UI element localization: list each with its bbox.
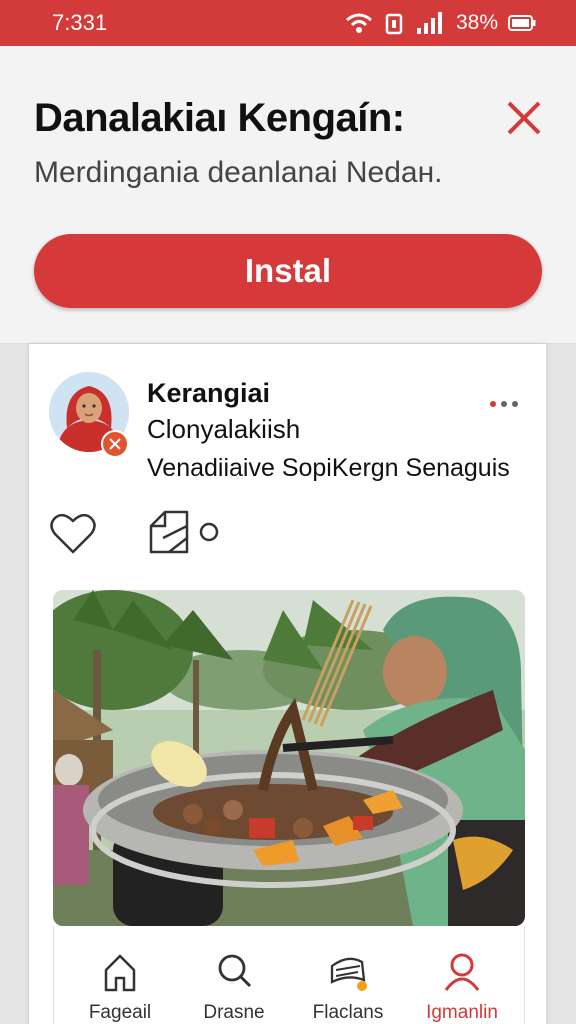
bottom-navigation: Fageail Drasne Flaclans Igmanlin	[53, 926, 525, 1024]
status-bar: 7:331 38%	[0, 0, 576, 46]
post-photo[interactable]	[53, 590, 525, 926]
post-author-name[interactable]: Kerangiai	[147, 378, 270, 409]
nav-item-search[interactable]: Drasne	[184, 950, 284, 1024]
post-caption: Venadiiaive SopiKergn Senaguis	[147, 454, 510, 482]
signal-icon	[416, 11, 446, 35]
more-options-icon[interactable]	[487, 396, 523, 412]
nav-item-home[interactable]: Fageail	[70, 950, 170, 1024]
battery-percent: 38%	[455, 11, 498, 34]
status-time: 7:331	[52, 10, 108, 35]
banner-title: Danalakiaı Kengaín:	[34, 96, 405, 140]
heart-icon[interactable]	[49, 510, 97, 556]
close-icon[interactable]	[504, 98, 544, 138]
install-button[interactable]: Instal	[34, 234, 542, 308]
nav-label-profile: Igmanlin	[426, 1002, 498, 1023]
layers-icon	[330, 957, 367, 991]
nav-item-profile[interactable]: Igmanlin	[412, 950, 512, 1024]
nav-item-layers[interactable]: Flaclans	[298, 950, 398, 1024]
nav-label-layers: Flaclans	[312, 1002, 384, 1023]
status-icons: 38%	[344, 11, 536, 35]
profile-icon	[444, 953, 480, 991]
post-card: Kerangiai Clonyalakiish Venadiiaive Sopi…	[29, 344, 546, 1024]
notification-icon	[384, 11, 406, 35]
install-banner: Danalakiaı Kengaín: Merdingania deanlana…	[0, 46, 576, 344]
nav-label-search: Drasne	[203, 1002, 265, 1023]
banner-subtitle: Merdingania deanlanai Nedaн.	[34, 156, 443, 189]
battery-icon	[508, 14, 536, 32]
wifi-icon	[344, 11, 374, 35]
search-icon	[218, 954, 252, 988]
post-author-handle: Clonyalakiish	[147, 414, 301, 444]
home-icon	[104, 954, 136, 992]
share-icon[interactable]	[147, 508, 227, 558]
nav-label-home: Fageail	[88, 1002, 152, 1023]
avatar-badge	[101, 430, 129, 458]
